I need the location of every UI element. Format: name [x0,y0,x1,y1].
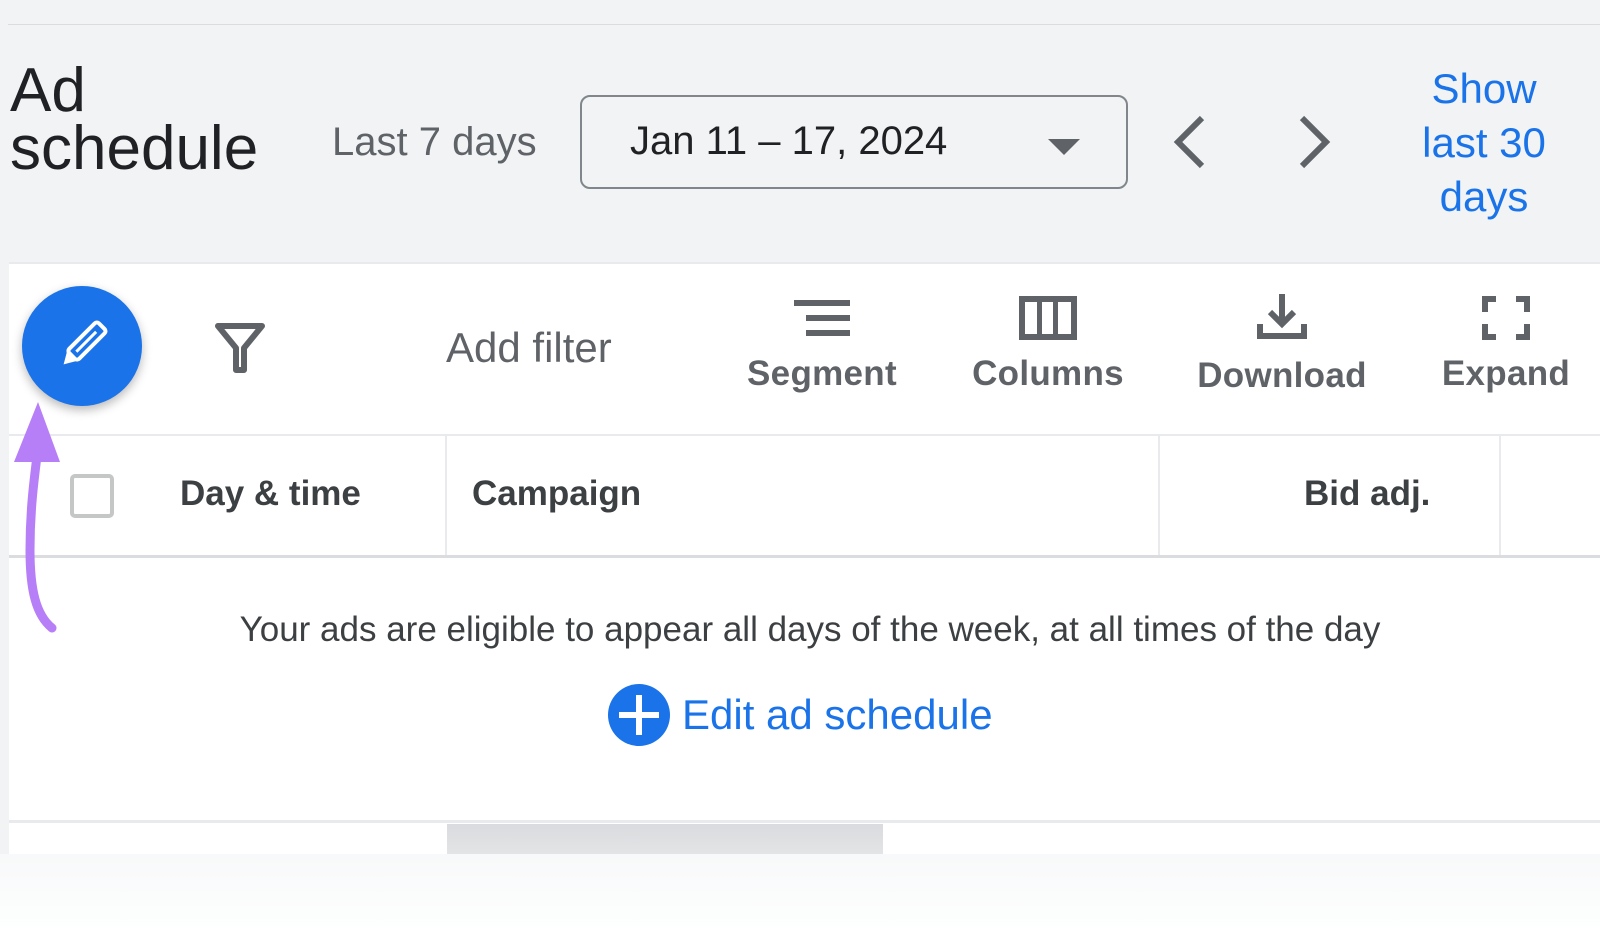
next-period-button[interactable] [1284,108,1344,176]
pencil-icon [63,320,108,365]
table-footer-divider [9,820,1600,823]
edit-ad-schedule-link[interactable]: Edit ad schedule [608,684,993,746]
show-last-30-days-link[interactable]: Show last 30 days [1410,62,1558,224]
download-icon [1257,294,1307,339]
filter-button[interactable] [212,320,268,376]
empty-state-message: Your ads are eligible to appear all days… [239,610,1381,649]
date-range-value: Jan 11 – 17, 2024 [630,119,948,163]
page-bottom [0,854,1600,926]
chevron-right-icon [1299,115,1331,169]
page-title: Ad schedule [10,56,259,183]
edit-fab-button[interactable] [22,286,142,406]
expand-label: Expand [1441,354,1571,393]
add-filter-button[interactable]: Add filter [446,324,612,372]
column-header-bid-adj[interactable]: Bid adj. [1304,474,1430,514]
column-divider [445,436,447,555]
add-circle-icon [608,684,670,746]
previous-period-button[interactable] [1162,108,1222,176]
columns-button[interactable]: Columns [968,296,1128,394]
columns-label: Columns [972,354,1124,393]
horizontal-scrollbar-thumb[interactable] [447,824,883,854]
expand-button[interactable]: Expand [1436,296,1576,394]
filter-icon [215,323,265,373]
date-range-picker[interactable]: Jan 11 – 17, 2024 [580,95,1128,189]
download-button[interactable]: Download [1194,294,1370,396]
download-label: Download [1197,356,1367,395]
top-divider [8,24,1600,25]
chevron-left-icon [1173,115,1205,169]
columns-icon [1019,296,1077,340]
expand-icon [1482,296,1530,340]
segment-label: Segment [747,354,897,393]
date-range-label: Last 7 days [332,120,537,164]
edit-ad-schedule-label: Edit ad schedule [682,691,993,738]
dropdown-caret-icon [1048,139,1080,155]
segment-button[interactable]: Segment [742,296,902,394]
column-header-day-time[interactable]: Day & time [180,474,361,514]
column-header-campaign[interactable]: Campaign [472,474,641,514]
column-divider [1158,436,1160,555]
column-divider [1499,436,1501,555]
segment-icon [794,300,850,336]
select-all-checkbox[interactable] [70,474,114,518]
